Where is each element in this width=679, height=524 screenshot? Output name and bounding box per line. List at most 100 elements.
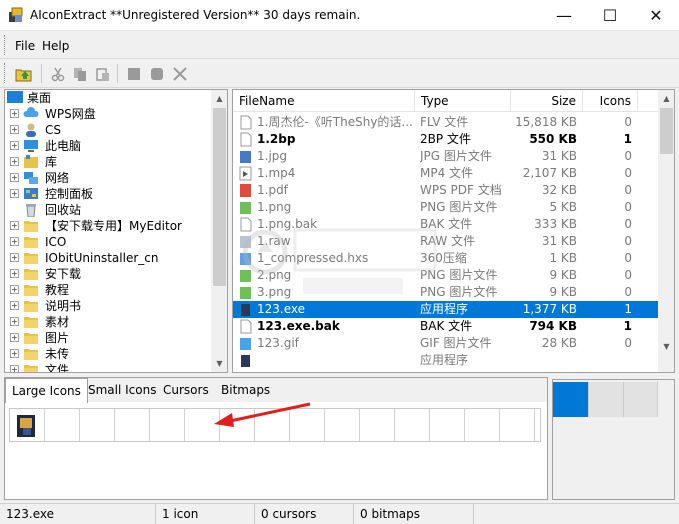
stop-icon	[128, 68, 140, 80]
icon-cell[interactable]	[430, 409, 465, 441]
preview-cell-selected[interactable]	[553, 382, 588, 417]
cell-type: GIF 图片文件	[420, 336, 492, 350]
table-row[interactable]: 1.mp4 MP4 文件 2,107 KB 0	[233, 165, 659, 182]
table-row[interactable]: 1.周杰伦-《听TheShy的话... FLV 文件 15,818 KB 0	[233, 114, 659, 131]
tab-bitmaps[interactable]: Bitmaps	[215, 380, 276, 402]
expand-toggle[interactable]: +	[10, 301, 19, 310]
table-row[interactable]: 1.png PNG 图片文件 5 KB 0	[233, 199, 659, 216]
icon-cell[interactable]	[500, 409, 535, 441]
expand-toggle[interactable]: +	[10, 269, 19, 278]
folder-tree[interactable]: 桌面 + WPS网盘 + CS + 此电脑 + 库 + 网络 + 控制面板 回收站 + 【安下载专用】MyE…	[4, 89, 228, 373]
expand-toggle[interactable]: +	[10, 349, 19, 358]
expand-toggle[interactable]: +	[10, 365, 19, 372]
icon-cell[interactable]	[360, 409, 395, 441]
expand-toggle[interactable]: +	[10, 173, 19, 182]
tree-item[interactable]: + 网络	[5, 170, 215, 186]
menu-help[interactable]: Help	[42, 39, 69, 53]
stop-button[interactable]	[124, 64, 144, 84]
annotation-arrow	[214, 402, 311, 427]
list-scrollbar[interactable]: ▲ ▼	[658, 90, 674, 372]
jpg-file-icon	[240, 151, 251, 163]
tree-item[interactable]: 回收站	[5, 202, 215, 218]
tree-item[interactable]: + 教程	[5, 282, 215, 298]
icon-cell[interactable]	[535, 409, 540, 441]
column-header-size[interactable]: Size	[511, 90, 583, 112]
expand-toggle[interactable]: +	[10, 237, 19, 246]
expand-toggle[interactable]: +	[10, 109, 19, 118]
cell-icons: 0	[624, 336, 632, 350]
expand-toggle[interactable]: +	[10, 141, 19, 150]
tree-item[interactable]: + 【安下载专用】MyEditor	[5, 218, 215, 234]
paste-button[interactable]	[93, 64, 113, 84]
tree-item[interactable]: + 文件	[5, 362, 215, 372]
tree-item[interactable]: + WPS网盘	[5, 106, 215, 122]
menu-file[interactable]: File	[15, 39, 35, 53]
table-row[interactable]: 123.exe.bak BAK 文件 794 KB 1	[233, 318, 659, 335]
column-header-type[interactable]: Type	[415, 90, 511, 112]
expand-toggle[interactable]: +	[10, 317, 19, 326]
scroll-down-arrow[interactable]: ▼	[658, 338, 674, 355]
toolbar-separator	[117, 64, 118, 83]
icon-cell[interactable]	[10, 409, 45, 441]
icon-cell[interactable]	[45, 409, 80, 441]
stop-all-button[interactable]	[147, 64, 167, 84]
tree-item-desktop[interactable]: 桌面	[5, 90, 215, 106]
table-row-selected[interactable]: 123.exe 应用程序 1,377 KB 1	[233, 301, 659, 318]
minimize-button[interactable]: —	[541, 0, 587, 31]
maximize-button[interactable]: ☐	[587, 0, 633, 31]
tree-item[interactable]: + 素材	[5, 314, 215, 330]
expand-toggle[interactable]: +	[10, 285, 19, 294]
tree-item[interactable]: + 此电脑	[5, 138, 215, 154]
tree-item[interactable]: + 图片	[5, 330, 215, 346]
expand-toggle[interactable]: +	[10, 189, 19, 198]
scroll-up-arrow[interactable]: ▲	[658, 90, 674, 107]
tree-scrollbar[interactable]: ▲ ▼	[211, 90, 227, 372]
tab-small-icons[interactable]: Small Icons	[82, 380, 162, 402]
toolbar-grip[interactable]	[4, 63, 7, 83]
tab-cursors[interactable]: Cursors	[157, 380, 215, 402]
tree-item[interactable]: + 未传	[5, 346, 215, 362]
tree-item[interactable]: + IObitUninstaller_cn	[5, 250, 215, 266]
expand-toggle[interactable]: +	[10, 221, 19, 230]
scroll-thumb[interactable]	[213, 108, 226, 286]
preview-cell[interactable]	[588, 382, 623, 417]
table-row[interactable]: 1.jpg JPG 图片文件 31 KB 0	[233, 148, 659, 165]
table-row[interactable]: 123.gif GIF 图片文件 28 KB 0	[233, 335, 659, 352]
icon-cell[interactable]	[80, 409, 115, 441]
expand-toggle[interactable]: +	[10, 157, 19, 166]
expand-toggle[interactable]: +	[10, 333, 19, 342]
tree-item[interactable]: + 库	[5, 154, 215, 170]
cell-type: JPG 图片文件	[420, 149, 492, 163]
tree-item[interactable]: + 安下载	[5, 266, 215, 282]
icon-cell[interactable]	[325, 409, 360, 441]
tab-large-icons[interactable]: Large Icons	[5, 378, 88, 403]
tree-item[interactable]: + 控制面板	[5, 186, 215, 202]
cut-button[interactable]	[48, 64, 68, 84]
app-icon	[9, 7, 23, 22]
tree-item[interactable]: + ICO	[5, 234, 215, 250]
scroll-thumb[interactable]	[660, 108, 673, 154]
tree-item[interactable]: + 说明书	[5, 298, 215, 314]
icon-cell[interactable]	[115, 409, 150, 441]
close-button[interactable]: ✕	[633, 0, 679, 31]
icon-cell[interactable]	[150, 409, 185, 441]
table-row[interactable]: 1.2bp 2BP 文件 550 KB 1	[233, 131, 659, 148]
expand-toggle[interactable]: +	[10, 125, 19, 134]
menu-grip[interactable]	[4, 35, 7, 55]
copy-button[interactable]	[70, 64, 90, 84]
preview-cell[interactable]	[623, 382, 658, 417]
scroll-down-arrow[interactable]: ▼	[211, 355, 227, 372]
column-header-filename[interactable]: FileName	[233, 90, 415, 112]
icon-cell[interactable]	[465, 409, 500, 441]
scroll-up-arrow[interactable]: ▲	[211, 90, 227, 107]
table-row[interactable]: 1.pdf WPS PDF 文档 32 KB 0	[233, 182, 659, 199]
tree-item-label: IObitUninstaller_cn	[45, 251, 159, 265]
delete-button[interactable]	[170, 64, 190, 84]
open-folder-button[interactable]	[14, 64, 34, 84]
cell-size: 5 KB	[549, 200, 577, 214]
column-header-icons[interactable]: Icons	[583, 90, 638, 112]
expand-toggle[interactable]: +	[10, 253, 19, 262]
icon-cell[interactable]	[395, 409, 430, 441]
table-row[interactable]: 应用程序	[233, 352, 659, 369]
tree-item[interactable]: + CS	[5, 122, 215, 138]
